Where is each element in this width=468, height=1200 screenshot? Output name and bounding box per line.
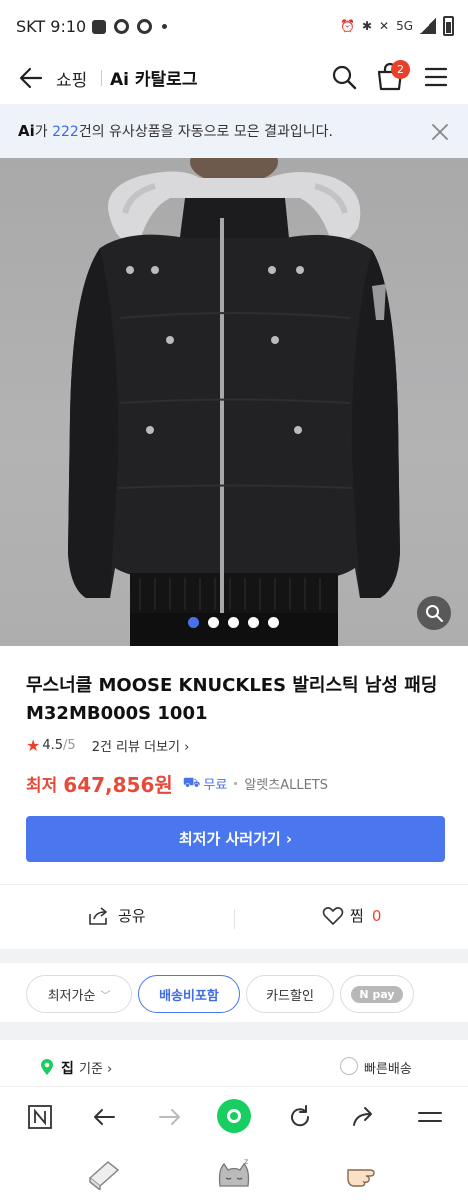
back-arrow-icon[interactable] [90, 1103, 118, 1131]
fast-shipping-label[interactable]: 빠른배송 [364, 1058, 412, 1077]
signal-icon [420, 18, 436, 34]
check-icon[interactable] [340, 1057, 358, 1075]
price-row: 최저 647,856원 ⛟ 무료 알렛츠ALLETS [26, 769, 328, 798]
pin-icon [41, 1059, 53, 1075]
rating-row: ★ 4.5 /5 2건 리뷰 더보기 › [26, 736, 189, 755]
zoom-button[interactable] [417, 596, 451, 630]
shipping-fee: 무료 [203, 778, 228, 793]
share-like-row: 공유 찜 0 [0, 885, 468, 949]
location-basis[interactable]: 기준 › [79, 1058, 112, 1077]
chevron-down-icon: ﹀ [100, 990, 111, 1002]
chrome-notification-icon [114, 19, 129, 34]
like-button[interactable]: 찜 0 [322, 905, 381, 926]
gallery-pagination [188, 617, 279, 628]
rating-max: /5 [63, 738, 76, 753]
menu-icon[interactable] [424, 65, 448, 89]
search-icon[interactable] [330, 63, 358, 91]
price-label: 최저 [26, 776, 58, 796]
pagination-dot-1[interactable] [188, 617, 199, 628]
breadcrumb-shopping[interactable]: 쇼핑 [56, 66, 87, 91]
delivery-location-card: 집 기준 › 빠른배송 [26, 1040, 445, 1086]
filter-chip-label: 최저가순 [47, 988, 96, 1004]
ai-mark: Ai [18, 122, 35, 140]
similar-count: 222 [52, 124, 79, 140]
ai-notice-prefix: 가 [34, 124, 53, 140]
breadcrumb-ai-catalog[interactable]: Ai 카탈로그 [110, 65, 197, 90]
filter-chip-label: 카드할인 [266, 988, 314, 1004]
share-button[interactable]: 공유 [88, 905, 146, 926]
heart-icon [322, 906, 344, 925]
status-bar: SKT 9:10 ⏰ ✱ ✕ 5G [0, 0, 468, 56]
npay-badge: N pay [351, 985, 403, 1003]
chevron-right-icon: › [179, 740, 190, 755]
zoom-icon [426, 605, 443, 622]
rating-value: 4.5 [42, 738, 64, 753]
review-link-label: 2건 리뷰 더보기 [91, 740, 180, 755]
mute-icon: ✕ [379, 19, 390, 33]
npay-label: pay [372, 987, 395, 1001]
cart-count-badge: 2 [391, 60, 410, 79]
browser-toolbar [0, 1086, 468, 1146]
share-arrow-icon[interactable] [350, 1103, 378, 1131]
buy-lowest-button[interactable]: 최저가 사러가기 › [26, 816, 445, 862]
review-link[interactable]: 2건 리뷰 더보기 › [92, 736, 190, 755]
product-image-gallery[interactable] [0, 158, 468, 646]
ai-notice-suffix: 건의 유사상품을 자동으로 모은 결과입니다. [78, 124, 333, 140]
buy-lowest-label: 최저가 사러가기 [178, 830, 281, 848]
pagination-dot-4[interactable] [248, 617, 259, 628]
close-icon[interactable] [430, 122, 450, 142]
notification-icons [92, 19, 167, 34]
menu-icon[interactable] [416, 1103, 444, 1131]
location-label[interactable]: 집 [61, 1058, 74, 1078]
svg-text:z: z [244, 1157, 248, 1166]
chrome-notification-icon-2 [137, 19, 152, 34]
back-arrow-icon[interactable] [17, 64, 45, 92]
product-photo [68, 158, 400, 646]
refresh-icon[interactable] [286, 1103, 314, 1131]
naver-home-button[interactable] [217, 1099, 251, 1133]
location-basis-label: 기준 [79, 1062, 103, 1077]
forward-arrow-icon[interactable] [156, 1103, 184, 1131]
app-header: 쇼핑 Ai 카탈로그 2 [0, 56, 468, 104]
seller-name[interactable]: 알렛츠ALLETS [244, 774, 328, 793]
system-indicators: ⏰ ✱ ✕ 5G [340, 16, 454, 36]
section-gap [0, 949, 468, 963]
filter-chip-shipping-included[interactable]: 배송비포함 [138, 975, 240, 1013]
truck-icon: ⛟ [182, 774, 201, 791]
divider-vertical [234, 909, 235, 929]
filter-chip-card-discount[interactable]: 카드할인 [246, 975, 334, 1013]
like-label: 찜 [350, 907, 364, 925]
book-icon[interactable] [84, 1156, 124, 1190]
pagination-dot-3[interactable] [228, 617, 239, 628]
battery-icon [443, 16, 454, 36]
lowest-price: 647,856원 [63, 773, 173, 797]
status-time: SKT 9:10 [16, 17, 87, 36]
filter-chip-label: 배송비포함 [159, 988, 219, 1004]
more-notifications-icon [162, 24, 167, 29]
shortcut-bar: z [0, 1146, 468, 1200]
breadcrumb-divider [101, 70, 102, 86]
sleeping-cat-icon[interactable]: z [214, 1156, 254, 1190]
network-label: 5G [396, 19, 413, 33]
pagination-dot-2[interactable] [208, 617, 219, 628]
pointing-hand-icon[interactable] [344, 1156, 384, 1190]
like-count: 0 [371, 906, 382, 925]
share-label: 공유 [118, 907, 146, 925]
section-gap [0, 1022, 468, 1040]
naver-n-icon[interactable] [26, 1103, 54, 1131]
ai-notice-text: Ai가 222건의 유사상품을 자동으로 모은 결과입니다. [18, 121, 333, 141]
bluetooth-icon: ✱ [361, 19, 372, 33]
filter-chip-lowest-price[interactable]: 최저가순 ﹀ [26, 975, 132, 1013]
alarm-icon: ⏰ [339, 19, 355, 33]
gallery-notification-icon [92, 19, 106, 34]
product-title: 무스너클 MOOSE KNUCKLES 발리스틱 남성 패딩 M32MB000S… [26, 675, 438, 724]
filter-chip-npay[interactable]: N pay [340, 975, 414, 1013]
star-icon: ★ [26, 736, 41, 755]
share-icon [89, 906, 107, 925]
ai-notice-banner: Ai가 222건의 유사상품을 자동으로 모은 결과입니다. [0, 104, 468, 158]
pagination-dot-5[interactable] [268, 617, 279, 628]
dot-separator [234, 782, 238, 785]
